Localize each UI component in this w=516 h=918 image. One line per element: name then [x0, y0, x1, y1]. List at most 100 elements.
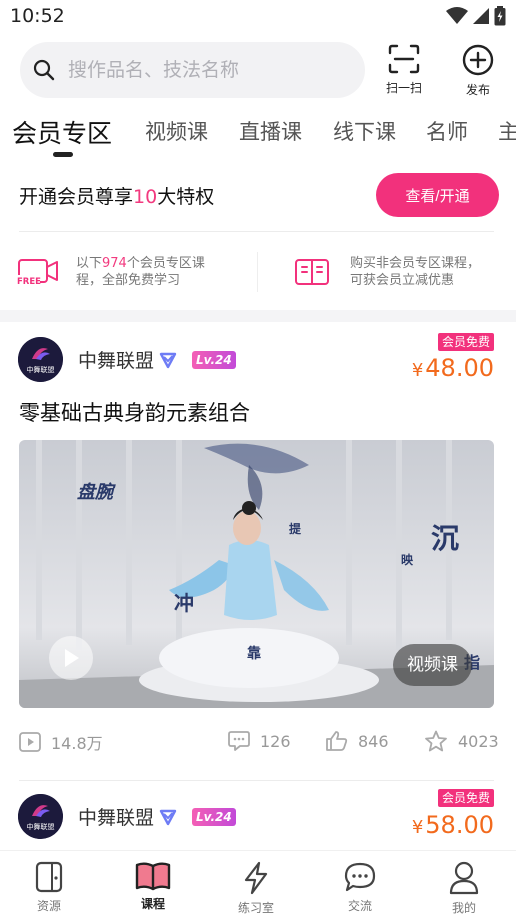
media-type-tag: 视频课	[393, 644, 472, 686]
course-thumbnail[interactable]: 盘腕 沉 冲 靠 提 映 指 视频课	[19, 440, 494, 708]
comments-count: 126	[260, 731, 291, 751]
author-avatar-text: 中舞联盟	[27, 365, 55, 374]
views-count: 14.8万	[51, 734, 103, 753]
play-count-icon	[19, 732, 41, 752]
favorites-stat[interactable]: 4023	[424, 730, 499, 752]
tab-video-course[interactable]: 视频课	[145, 116, 208, 146]
perk-discount-text: 购买非会员专区课程， 可获会员立减优惠	[350, 255, 480, 289]
tab-offline-course[interactable]: 线下课	[333, 116, 396, 146]
course-card[interactable]: 中舞联盟 中舞联盟 Lv.24 会员免费 ¥48.00 零基础古典身韵元素组合	[0, 322, 516, 782]
tab-live-course[interactable]: 直播课	[239, 116, 302, 146]
course-card[interactable]: 中舞联盟 中舞联盟 Lv.24 会员免费 ¥58.00	[0, 780, 516, 850]
publish-label: 发布	[465, 83, 490, 97]
perk-discount-line2: 可获会员立减优惠	[350, 273, 455, 288]
comments-stat[interactable]: 126	[228, 730, 291, 752]
likes-count: 846	[358, 731, 389, 751]
perk-free-text: 以下974个会员专区课 程，全部免费学习	[76, 255, 205, 289]
tab-more[interactable]: 主	[498, 116, 516, 146]
add-circle-icon	[462, 44, 494, 76]
currency-symbol: ¥	[411, 817, 424, 838]
perk-free-count: 974	[102, 256, 127, 271]
nav-label-profile: 我的	[451, 901, 476, 915]
member-title-suffix: 大特权	[157, 186, 215, 208]
price-value: 58.00	[425, 811, 494, 839]
svg-text:提: 提	[289, 521, 302, 536]
member-title: 开通会员尊享10大特权	[19, 182, 214, 209]
book-icon	[295, 259, 329, 285]
chat-bubble-icon	[344, 862, 376, 892]
scan-label: 扫一扫	[385, 81, 422, 95]
level-badge: Lv.24	[192, 351, 236, 369]
svg-text:沉: 沉	[431, 522, 459, 555]
play-icon	[65, 649, 79, 667]
member-perks: FREE 以下974个会员专区课 程，全部免费学习 购买非会员专区课程， 可获会…	[0, 240, 516, 304]
search-row: 扫一扫 发布	[0, 40, 516, 102]
author-avatar[interactable]: 中舞联盟	[18, 794, 63, 839]
search-box[interactable]	[20, 42, 365, 98]
nav-label-practice-room: 练习室	[237, 901, 274, 915]
lightning-icon	[244, 861, 268, 895]
perk-discount[interactable]: 购买非会员专区课程， 可获会员立减优惠	[294, 246, 480, 298]
divider	[19, 231, 494, 232]
perk-free-line1-suffix: 个会员专区课	[126, 256, 205, 271]
status-bar: 10:52	[0, 0, 516, 34]
play-button[interactable]	[49, 636, 93, 680]
tab-member-zone[interactable]: 会员专区	[12, 114, 112, 150]
nav-item-courses[interactable]: 课程	[113, 861, 193, 912]
member-title-prefix: 开通会员尊享	[19, 186, 134, 208]
star-icon	[425, 730, 447, 752]
scan-button[interactable]: 扫一扫	[376, 44, 432, 102]
level-badge: Lv.24	[192, 808, 236, 826]
perk-discount-line1: 购买非会员专区课程，	[350, 256, 481, 271]
author-name[interactable]: 中舞联盟	[78, 346, 154, 373]
author-avatar-text: 中舞联盟	[27, 822, 55, 831]
course-stats: 14.8万 126 846 4023	[0, 730, 516, 760]
thumbs-up-icon	[326, 731, 348, 751]
view-membership-button[interactable]: 查看/开通	[376, 173, 499, 217]
perk-free-courses[interactable]: FREE 以下974个会员专区课 程，全部免费学习	[16, 246, 205, 298]
member-title-count: 10	[133, 186, 158, 208]
nav-item-profile[interactable]: 我的	[424, 861, 504, 916]
nav-label-courses: 课程	[140, 897, 165, 911]
likes-stat[interactable]: 846	[326, 730, 389, 752]
favorites-count: 4023	[458, 731, 499, 751]
member-banner: 开通会员尊享10大特权 查看/开通	[0, 172, 516, 218]
publish-button[interactable]: 发布	[450, 44, 506, 102]
active-tab-indicator	[53, 152, 73, 157]
perk-free-prefix: 以下	[76, 256, 103, 271]
course-title[interactable]: 零基础古典身韵元素组合	[19, 397, 250, 427]
member-free-badge: 会员免费	[437, 333, 494, 351]
status-icons	[446, 4, 506, 28]
search-icon	[33, 59, 55, 81]
nav-item-community[interactable]: 交流	[320, 861, 400, 914]
section-gap	[0, 310, 516, 322]
free-icon-text: FREE	[17, 277, 41, 287]
svg-text:映: 映	[401, 552, 414, 567]
member-free-badge: 会员免费	[437, 789, 494, 807]
verified-icon	[159, 352, 177, 369]
signal-icon	[473, 8, 489, 24]
course-price: ¥58.00	[412, 811, 494, 839]
perk-separator	[257, 252, 258, 292]
user-icon	[449, 861, 479, 895]
nav-label-community: 交流	[347, 899, 372, 913]
status-time: 10:52	[10, 5, 65, 27]
price-value: 48.00	[425, 354, 494, 382]
perk-free-line2: 程，全部免费学习	[76, 273, 181, 288]
battery-icon	[494, 6, 506, 26]
svg-text:靠: 靠	[247, 645, 261, 662]
search-input[interactable]	[68, 59, 348, 81]
category-tabs: 会员专区 视频课 直播课 线下课 名师 主	[0, 112, 516, 162]
svg-text:冲: 冲	[174, 591, 194, 615]
comment-icon	[228, 731, 250, 751]
views-stat: 14.8万	[19, 730, 103, 754]
open-book-icon	[135, 862, 171, 891]
nav-item-practice-room[interactable]: 练习室	[216, 861, 296, 916]
nav-label-resources: 资源	[36, 899, 61, 913]
nav-item-resources[interactable]: 资源	[9, 861, 89, 914]
author-avatar[interactable]: 中舞联盟	[18, 337, 63, 382]
author-name[interactable]: 中舞联盟	[78, 803, 154, 830]
bottom-nav: 资源 课程 练习室 交流 我的	[0, 850, 516, 918]
tab-famous-teacher[interactable]: 名师	[426, 116, 468, 146]
verified-icon	[159, 809, 177, 826]
